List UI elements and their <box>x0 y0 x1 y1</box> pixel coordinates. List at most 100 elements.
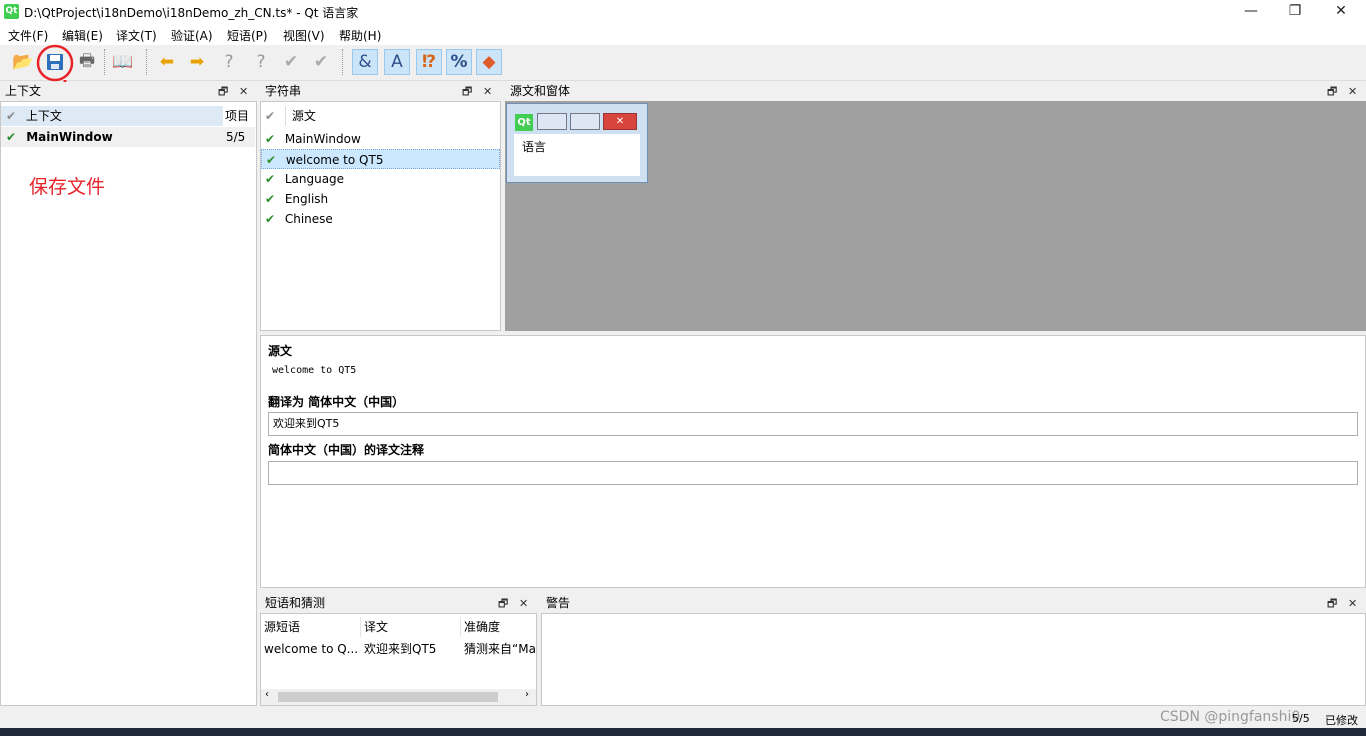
preview-body: 语言 <box>514 134 640 176</box>
scrollbar-thumb[interactable] <box>278 692 498 702</box>
close-icon[interactable]: ✕ <box>483 82 492 101</box>
toolbar-separator <box>342 49 343 75</box>
column-divider <box>360 617 361 637</box>
context-panel-title: 上下文 <box>5 84 42 98</box>
form-panel-header: 源文和窗体 🗗 ✕ <box>505 82 1366 101</box>
phrase-source[interactable]: welcome to Q... <box>264 639 358 659</box>
float-icon[interactable]: 🗗 <box>218 82 228 101</box>
scroll-left-icon[interactable]: ‹ <box>265 689 269 700</box>
context-panel: ✔ 上下文 项目 ✔ MainWindow 5/5 保存文件 <box>0 101 257 706</box>
warnings-panel-title: 警告 <box>546 596 571 610</box>
column-divider <box>460 617 461 637</box>
close-icon[interactable]: ✕ <box>239 82 248 101</box>
status-modified: 已修改 <box>1325 714 1358 727</box>
close-button[interactable]: ✕ <box>1318 0 1364 24</box>
phrase-translation[interactable]: 欢迎来到QT5 <box>364 639 436 659</box>
column-items[interactable]: 项目 <box>225 106 249 126</box>
close-icon[interactable]: ✕ <box>1348 594 1357 613</box>
phrases-panel-header: 短语和猜测 🗗 ✕ <box>260 594 537 613</box>
taskbar <box>0 728 1366 736</box>
menu-bar: 文件(F) 编辑(E) 译文(T) 验证(A) 短语(P) 视图(V) 帮助(H… <box>0 24 1366 45</box>
close-icon[interactable]: ✕ <box>1348 82 1357 101</box>
context-panel-header: 上下文 🗗 ✕ <box>0 82 257 101</box>
phrasebook-icon[interactable]: 📖 <box>110 49 136 75</box>
float-icon[interactable]: 🗗 <box>1327 594 1337 613</box>
warnings-panel <box>541 613 1366 706</box>
minimize-button[interactable]: — <box>1228 0 1274 24</box>
check-icon: ✔ <box>265 109 276 123</box>
string-row[interactable]: ✔ English <box>261 189 500 209</box>
ending-punctuation-icon[interactable]: A <box>384 49 410 75</box>
annotation-label: 保存文件 <box>29 176 106 198</box>
menu-help[interactable]: 帮助(H) <box>339 27 381 44</box>
source-heading: 源文 <box>268 344 293 358</box>
phrases-panel: 源短语 译文 准确度 welcome to Q... 欢迎来到QT5 猜测来自“… <box>260 613 537 706</box>
toolbar: 📂 🖶 📖 ⬅ ➡ ? ? ✔ ✔ & A ⁉ % ◆ <box>0 45 1366 81</box>
preview-minimize-icon <box>537 113 567 130</box>
comment-input[interactable] <box>268 461 1358 485</box>
title-bar: Qt D:\QtProject\i18nDemo\i18nDemo_zh_CN.… <box>0 0 1366 24</box>
status-count: 5/5 <box>1292 712 1310 725</box>
window-title: D:\QtProject\i18nDemo\i18nDemo_zh_CN.ts*… <box>24 6 359 20</box>
check-icon: ✔ <box>265 212 276 226</box>
horizontal-scrollbar[interactable]: ‹ › <box>261 689 536 705</box>
check-icon: ✔ <box>266 153 277 167</box>
translation-editor: 源文 welcome to QT5 翻译为 简体中文（中国） 欢迎来到QT5 简… <box>260 335 1366 588</box>
form-preview-area: Qt ✕ 语言 <box>505 101 1366 331</box>
close-icon[interactable]: ✕ <box>519 594 528 613</box>
strings-panel-header: 字符串 🗗 ✕ <box>260 82 501 101</box>
strings-panel-title: 字符串 <box>265 84 302 98</box>
float-icon[interactable]: 🗗 <box>1327 82 1337 101</box>
menu-translation[interactable]: 译文(T) <box>116 27 157 44</box>
context-row[interactable]: ✔ MainWindow <box>1 127 255 147</box>
phrase-accuracy[interactable]: 猜测来自“Ma <box>464 639 536 659</box>
column-source: 源文 <box>284 106 316 126</box>
check-icon: ✔ <box>6 109 17 123</box>
watermark: CSDN @pingfanshi0 <box>1160 709 1301 725</box>
preview-maximize-icon <box>570 113 600 130</box>
comment-heading: 简体中文（中国）的译文注释 <box>268 443 425 457</box>
phrase-match-icon[interactable]: ⁉ <box>416 49 442 75</box>
float-icon[interactable]: 🗗 <box>498 594 508 613</box>
warnings-panel-header: 警告 🗗 ✕ <box>541 594 1366 613</box>
maximize-button[interactable]: ❐ <box>1272 0 1318 24</box>
column-translation[interactable]: 译文 <box>364 617 388 637</box>
context-row-count: 5/5 <box>226 130 246 144</box>
phrases-panel-title: 短语和猜测 <box>265 596 326 610</box>
preview-label: 语言 <box>522 140 547 154</box>
prev-icon[interactable]: ⬅ <box>154 49 180 75</box>
float-icon[interactable]: 🗗 <box>462 82 472 101</box>
context-header-name[interactable]: ✔ 上下文 <box>1 106 223 126</box>
strings-header[interactable]: ✔ 源文 <box>261 106 500 126</box>
done-icon[interactable]: ✔ <box>278 49 304 75</box>
context-row-name: MainWindow <box>26 130 113 144</box>
done-next-icon[interactable]: ✔ <box>308 49 334 75</box>
check-icon: ✔ <box>6 130 17 144</box>
menu-validation[interactable]: 验证(A) <box>171 27 213 44</box>
translation-heading: 翻译为 简体中文（中国） <box>268 395 405 409</box>
next-unfinished-icon[interactable]: ? <box>248 49 274 75</box>
column-source-phrase[interactable]: 源短语 <box>264 617 300 637</box>
qt-logo-icon: Qt <box>515 114 533 131</box>
string-row-selected[interactable]: ✔ welcome to QT5 <box>261 149 500 169</box>
string-row[interactable]: ✔ Chinese <box>261 209 500 229</box>
qt-app-icon: Qt <box>4 4 19 19</box>
menu-view[interactable]: 视图(V) <box>283 27 325 44</box>
scroll-right-icon[interactable]: › <box>525 689 529 700</box>
translation-input[interactable]: 欢迎来到QT5 <box>268 412 1358 436</box>
form-panel-title: 源文和窗体 <box>510 84 571 98</box>
surrounding-whitespace-icon[interactable]: ◆ <box>476 49 502 75</box>
string-row[interactable]: ✔ MainWindow <box>261 129 500 149</box>
string-row[interactable]: ✔ Language <box>261 169 500 189</box>
accelerators-icon[interactable]: & <box>352 49 378 75</box>
check-icon: ✔ <box>265 192 276 206</box>
column-accuracy[interactable]: 准确度 <box>464 617 500 637</box>
check-icon: ✔ <box>265 172 276 186</box>
next-icon[interactable]: ➡ <box>184 49 210 75</box>
strings-panel: ✔ 源文 ✔ MainWindow ✔ welcome to QT5 ✔ Lan… <box>260 101 501 331</box>
check-icon: ✔ <box>265 132 276 146</box>
place-marker-icon[interactable]: % <box>446 49 472 75</box>
form-preview-window[interactable]: Qt ✕ 语言 <box>506 103 648 183</box>
menu-phrases[interactable]: 短语(P) <box>227 27 268 44</box>
prev-unfinished-icon[interactable]: ? <box>216 49 242 75</box>
